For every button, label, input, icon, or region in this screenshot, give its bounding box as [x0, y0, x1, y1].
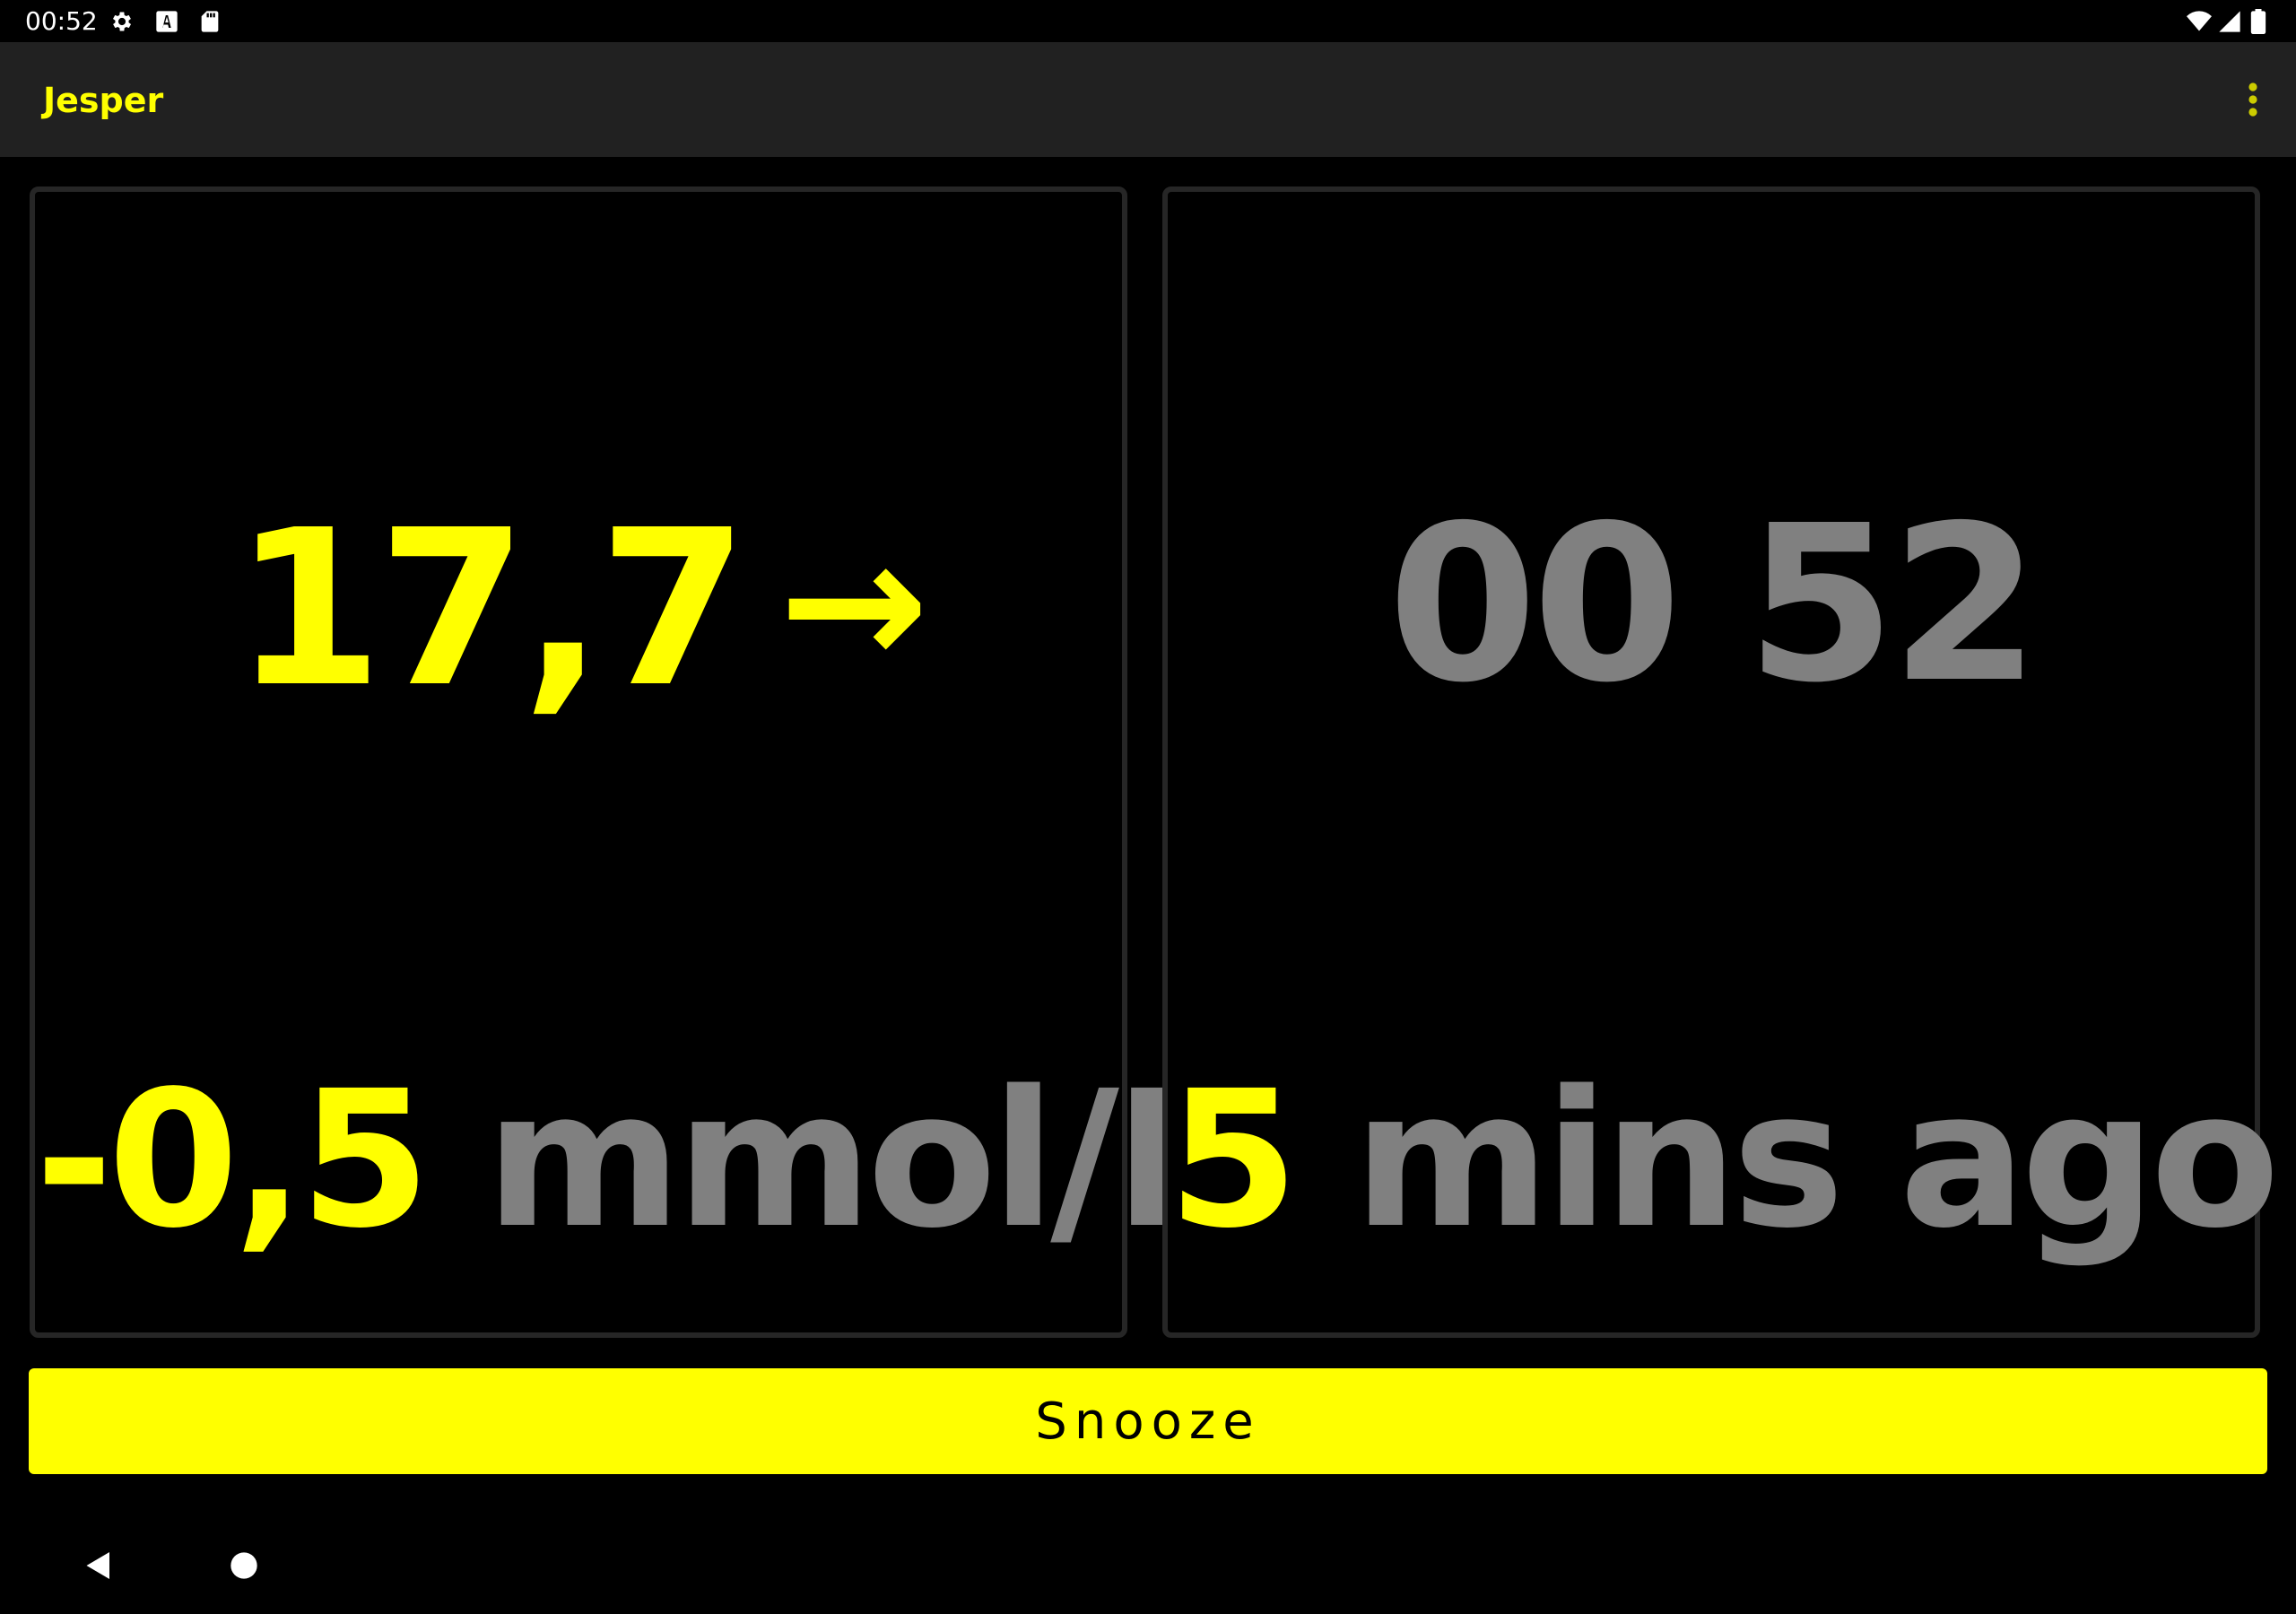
status-time: 00:52 — [25, 6, 98, 36]
more-vertical-icon[interactable] — [2231, 74, 2274, 125]
reading-age-text: mins ago — [1353, 1050, 2280, 1270]
glucose-value: 17,7 — [233, 483, 748, 734]
home-icon[interactable] — [230, 1551, 258, 1580]
app-title: Jesper — [43, 81, 164, 120]
snooze-label: Snooze — [1035, 1392, 1261, 1451]
signal-icon — [2217, 9, 2242, 34]
glucose-delta-line: -0,5 mmol/L — [35, 1050, 1234, 1270]
time-panel: 00 52 5 mins ago — [1162, 187, 2280, 1338]
glucose-panel: 17,7 → -0,5 mmol/L — [30, 187, 1234, 1338]
reading-clock: 00 52 — [1387, 479, 2040, 730]
battery-icon — [2249, 9, 2267, 34]
trend-arrow-icon: → — [778, 499, 929, 708]
nav-bar — [0, 1506, 2296, 1614]
glucose-delta: -0,5 — [35, 1050, 430, 1270]
glucose-unit: mmol/L — [485, 1050, 1233, 1270]
status-bar: 00:52 — [0, 0, 2296, 42]
settings-icon — [109, 9, 135, 34]
snooze-button[interactable]: Snooze — [29, 1368, 2267, 1474]
reading-age-value: 5 — [1168, 1050, 1299, 1270]
glucose-reading: 17,7 → — [35, 488, 1122, 725]
reading-age-line: 5 mins ago — [1168, 1050, 2280, 1270]
screen: 00:52 Jesper 17,7 → -0,5 mmol/L 00 52 5 … — [0, 0, 2296, 1614]
sd-card-icon — [197, 9, 222, 34]
app-bar: Jesper — [0, 42, 2296, 157]
back-icon[interactable] — [83, 1549, 115, 1582]
wifi-icon — [2187, 9, 2212, 34]
keyboard-a-icon — [154, 9, 179, 34]
